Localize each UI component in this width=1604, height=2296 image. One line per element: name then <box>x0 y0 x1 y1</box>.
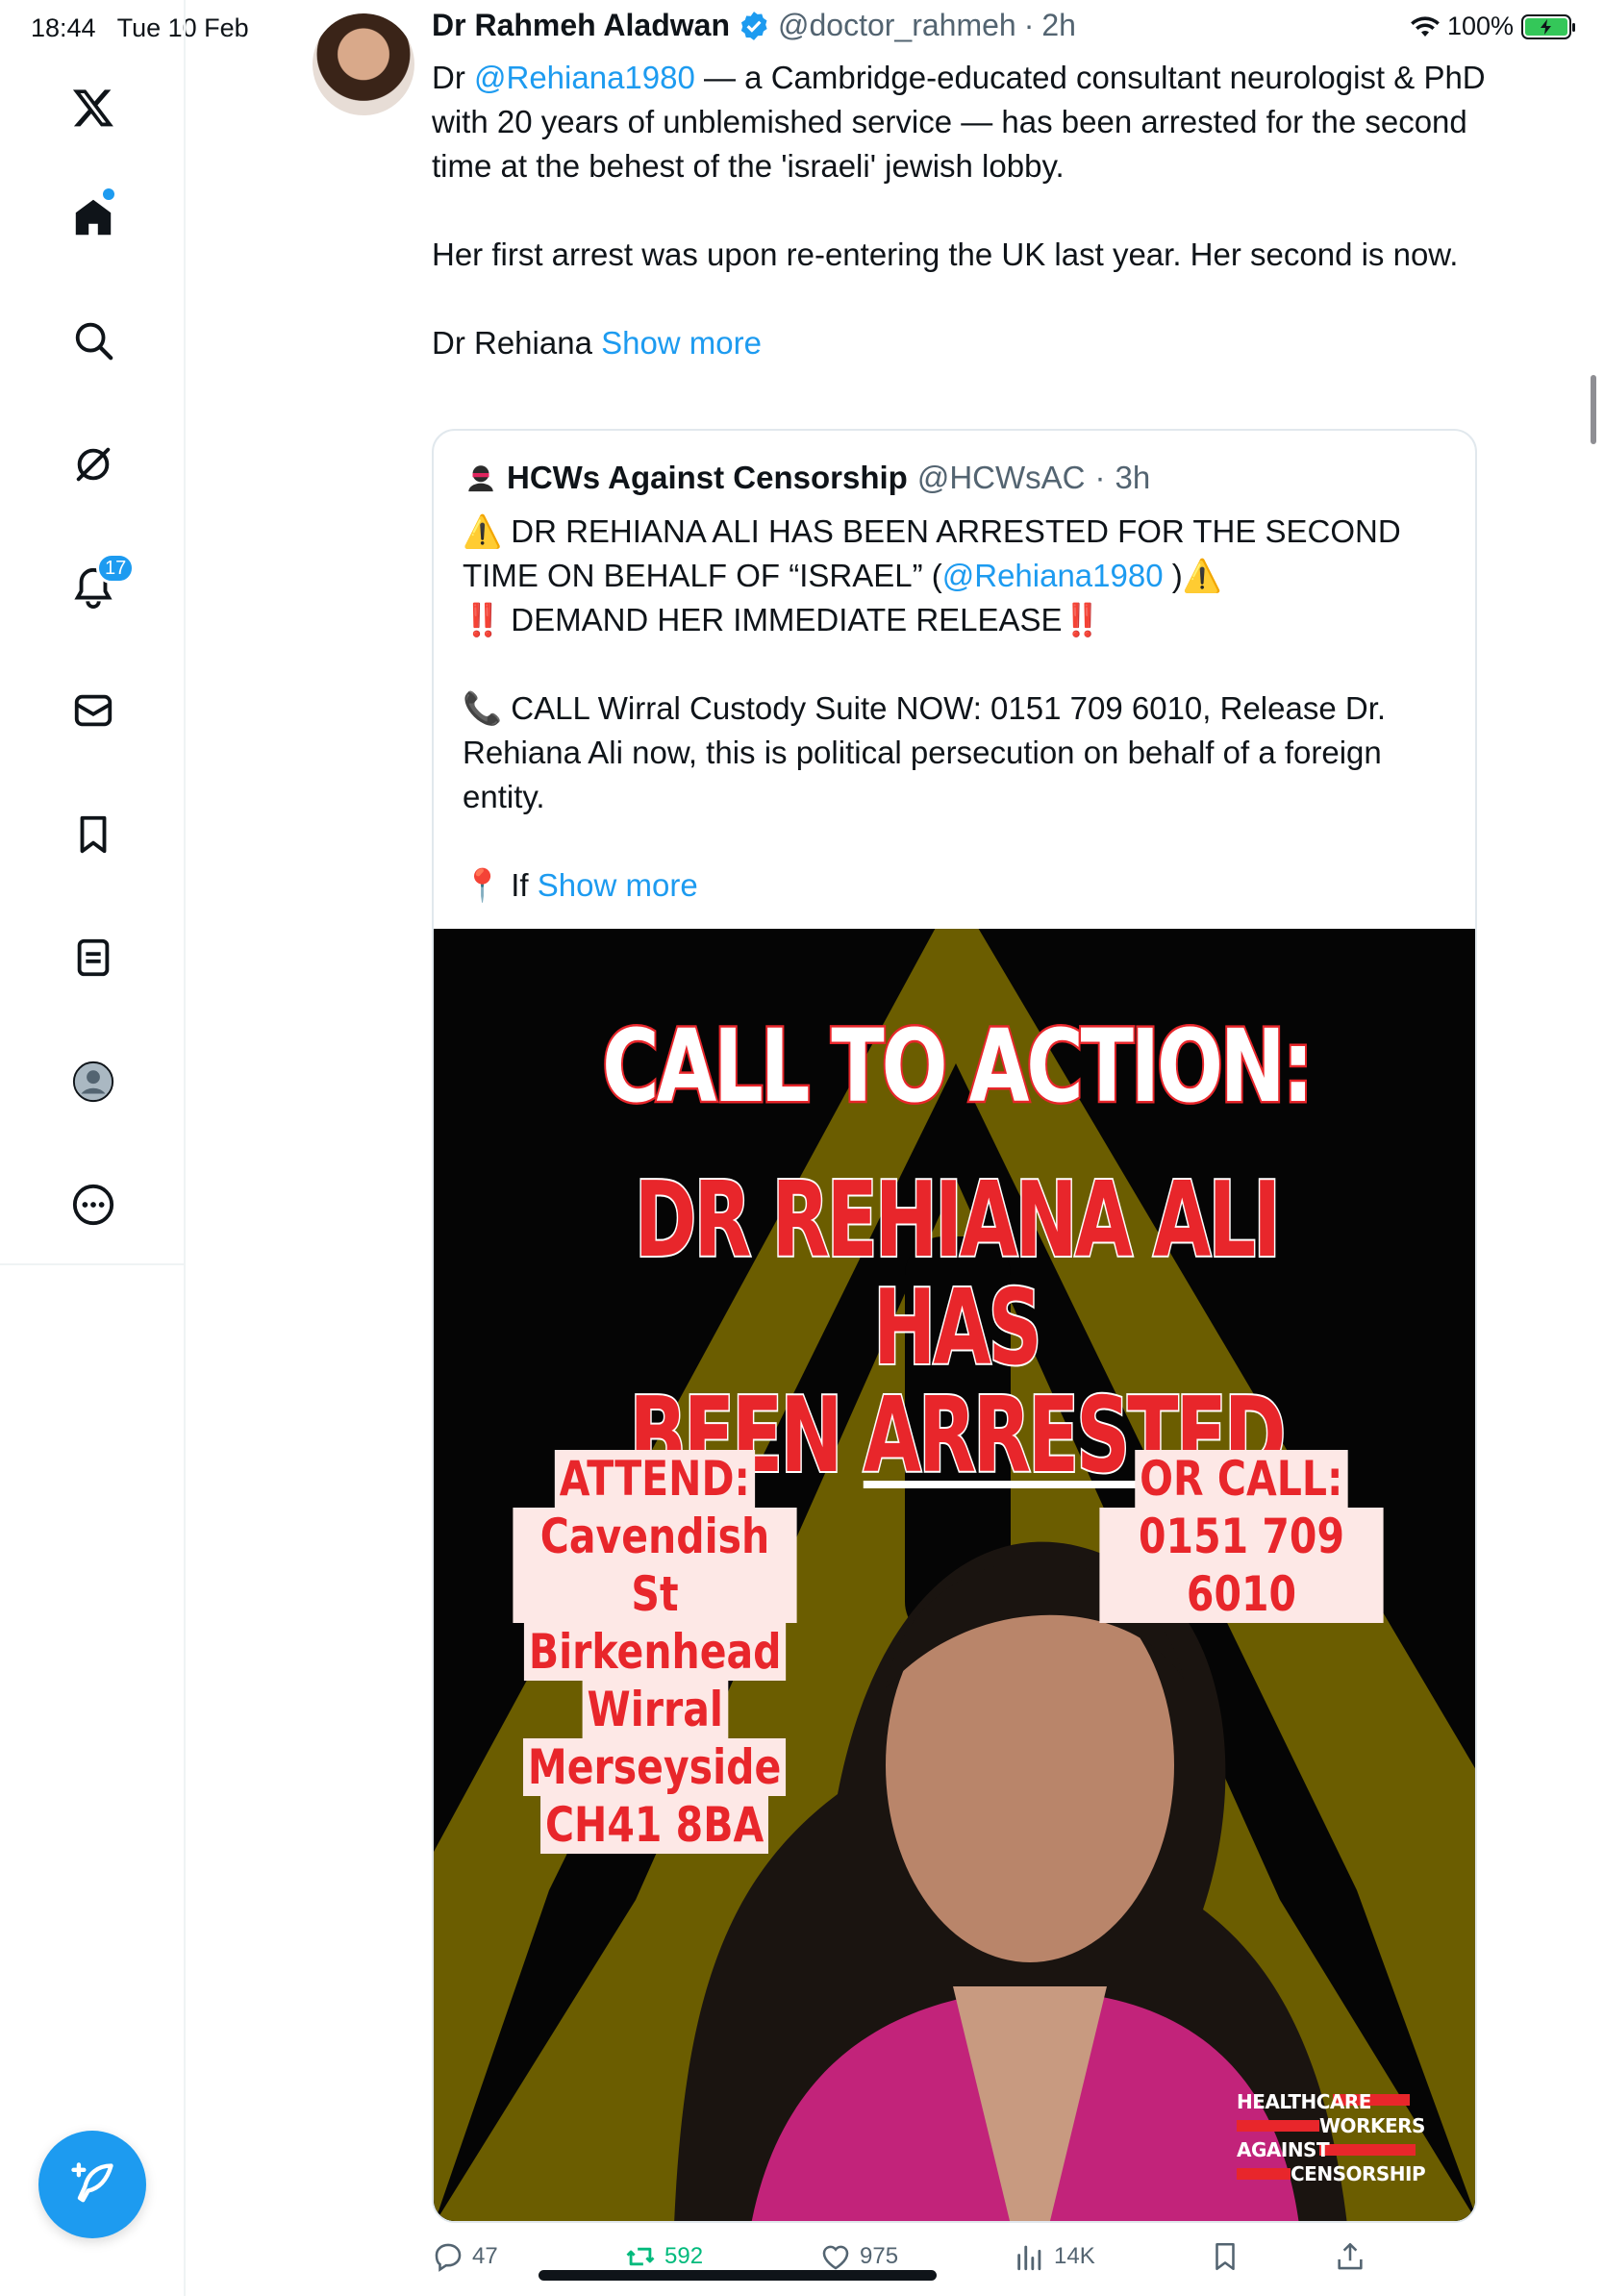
reply-button[interactable]: 47 <box>432 2240 498 2273</box>
quoted-author-handle[interactable]: @HCWsAC <box>917 460 1086 496</box>
quoted-tweet-header: HCWs Against Censorship @HCWsAC · 3h <box>464 460 1150 496</box>
double-exclamation-icon: ‼️ <box>463 602 503 637</box>
tweet-truncated-text: Dr Rehiana <box>432 325 602 361</box>
wifi-icon <box>1411 15 1440 37</box>
like-count: 975 <box>860 2243 899 2269</box>
repost-count: 592 <box>664 2243 704 2269</box>
tweet-paragraph-1: Dr @Rehiana1980 — a Cambridge-educated c… <box>432 56 1490 188</box>
tweet-body: Dr @Rehiana1980 — a Cambridge-educated c… <box>432 56 1490 410</box>
more-icon[interactable] <box>0 1166 186 1243</box>
tweet-header: Dr Rahmeh Aladwan @doctor_rahmeh · 2h <box>432 8 1076 43</box>
quoted-tweet-body: ⚠️ DR REHIANA ALI HAS BEEN ARRESTED FOR … <box>463 510 1443 908</box>
attend-town: Birkenhead <box>523 1623 787 1681</box>
author-avatar[interactable] <box>313 13 414 115</box>
reply-icon <box>435 2243 462 2272</box>
quoted-line-1: ⚠️ DR REHIANA ALI HAS BEEN ARRESTED FOR … <box>463 510 1443 598</box>
profile-icon[interactable] <box>0 1043 186 1120</box>
home-unread-dot <box>103 188 114 200</box>
battery-percent: 100% <box>1446 12 1514 40</box>
quoted-show-more-link[interactable]: Show more <box>538 867 698 903</box>
attend-street: Cavendish St <box>513 1508 797 1623</box>
tweet-text-prefix: Dr <box>432 60 474 95</box>
call-number: 0151 709 6010 <box>1099 1508 1384 1623</box>
poster-subtitle-line1: DR REHIANA ALI HAS <box>633 1160 1282 1388</box>
messages-icon[interactable] <box>0 672 186 749</box>
brand-line-3: AGAINST <box>1237 2138 1330 2161</box>
quoted-truncated-text: 📍 If <box>463 867 538 903</box>
views-chart-icon <box>1017 2245 1041 2271</box>
attend-postcode: CH41 8BA <box>540 1796 769 1854</box>
lists-icon[interactable] <box>0 919 186 996</box>
call-to-action-poster-image[interactable]: CALL TO ACTION: DR REHIANA ALI HAS BEEN … <box>434 929 1475 2221</box>
attend-county: Merseyside <box>523 1738 787 1796</box>
repost-button[interactable]: 592 <box>624 2240 703 2273</box>
quoted-line-2: ‼️ DEMAND HER IMMEDIATE RELEASE‼️ <box>463 598 1443 642</box>
x-logo-icon[interactable] <box>0 69 186 146</box>
bookmark-icon <box>1216 2242 1235 2271</box>
bookmarks-icon[interactable] <box>0 796 186 873</box>
quoted-tweet-card[interactable]: HCWs Against Censorship @HCWsAC · 3h ⚠️ … <box>432 429 1477 2223</box>
search-icon[interactable] <box>0 302 186 379</box>
sidebar-nav: 17 <box>0 0 186 2296</box>
bookmark-button[interactable] <box>1209 2240 1241 2273</box>
quoted-time[interactable]: 3h <box>1115 460 1150 496</box>
quoted-mention-link[interactable]: @Rehiana1980 <box>942 558 1164 593</box>
brand-line-2: WORKERS <box>1319 2114 1425 2137</box>
compose-button[interactable] <box>38 2131 146 2238</box>
verified-badge-icon <box>740 11 767 40</box>
quoted-line-4: 📍 If Show more <box>463 863 1443 908</box>
compose-feather-icon <box>71 2162 113 2203</box>
tweet-paragraph-2: Her first arrest was upon re-entering th… <box>432 237 1459 272</box>
like-button[interactable]: 975 <box>819 2240 898 2273</box>
grok-icon[interactable] <box>0 426 186 503</box>
poster-subtitle: DR REHIANA ALI HAS BEEN ARRESTED <box>580 1160 1333 1492</box>
quoted-separator: · <box>1094 460 1106 495</box>
tweet-show-more-link[interactable]: Show more <box>601 325 762 361</box>
author-name[interactable]: Dr Rahmeh Aladwan <box>432 8 730 43</box>
quoted-line1-text: ⚠️ DR REHIANA ALI HAS BEEN ARRESTED FOR … <box>463 513 1401 593</box>
header-separator: · <box>1023 8 1035 42</box>
tweet-mention-link[interactable]: @Rehiana1980 <box>474 60 695 95</box>
brand-line-4: CENSORSHIP <box>1291 2162 1426 2185</box>
quoted-line2-text: DEMAND HER IMMEDIATE RELEASE <box>502 602 1063 637</box>
home-indicator[interactable] <box>539 2270 937 2281</box>
views-button[interactable]: 14K <box>1014 2240 1095 2273</box>
repost-icon <box>626 2247 655 2266</box>
hcwac-brand-logo: HEALTHCARE WORKERS AGAINST CENSORSHIP <box>1237 2090 1426 2186</box>
quoted-line-3: 📞 CALL Wirral Custody Suite NOW: 0151 70… <box>463 690 1387 814</box>
status-bar-right: 100% <box>1411 12 1575 41</box>
scrollbar-thumb[interactable] <box>1591 375 1596 444</box>
poster-attend-address: ATTEND: Cavendish St Birkenhead Wirral M… <box>501 1450 809 1854</box>
quoted-line1-end: )⚠️ <box>1163 558 1222 593</box>
poster-call-box: OR CALL: 0151 709 6010 <box>1088 1450 1395 1623</box>
quoted-author-name[interactable]: HCWs Against Censorship <box>507 460 908 496</box>
call-label: OR CALL: <box>1135 1450 1348 1508</box>
share-button[interactable] <box>1334 2240 1366 2273</box>
tweet-time[interactable]: 2h <box>1041 8 1076 43</box>
share-icon <box>1338 2242 1363 2270</box>
tweet-paragraph-3: Dr Rehiana Show more <box>432 321 1490 365</box>
battery-icon <box>1521 13 1575 39</box>
heart-icon <box>822 2245 849 2270</box>
double-exclamation-icon-end: ‼️ <box>1062 602 1102 637</box>
sidebar-divider <box>0 1263 186 1265</box>
views-count: 14K <box>1054 2243 1095 2269</box>
quoted-avatar-icon <box>468 465 493 492</box>
poster-title: CALL TO ACTION: <box>600 1006 1316 1128</box>
home-icon[interactable] <box>0 179 186 256</box>
notifications-badge: 17 <box>96 553 136 584</box>
author-handle[interactable]: @doctor_rahmeh <box>778 8 1016 43</box>
notifications-icon[interactable]: 17 <box>0 549 186 626</box>
brand-line-1: HEALTHCARE <box>1237 2090 1371 2113</box>
attend-area: Wirral <box>582 1681 728 1738</box>
reply-count: 47 <box>472 2243 498 2269</box>
attend-label: ATTEND: <box>554 1450 756 1508</box>
